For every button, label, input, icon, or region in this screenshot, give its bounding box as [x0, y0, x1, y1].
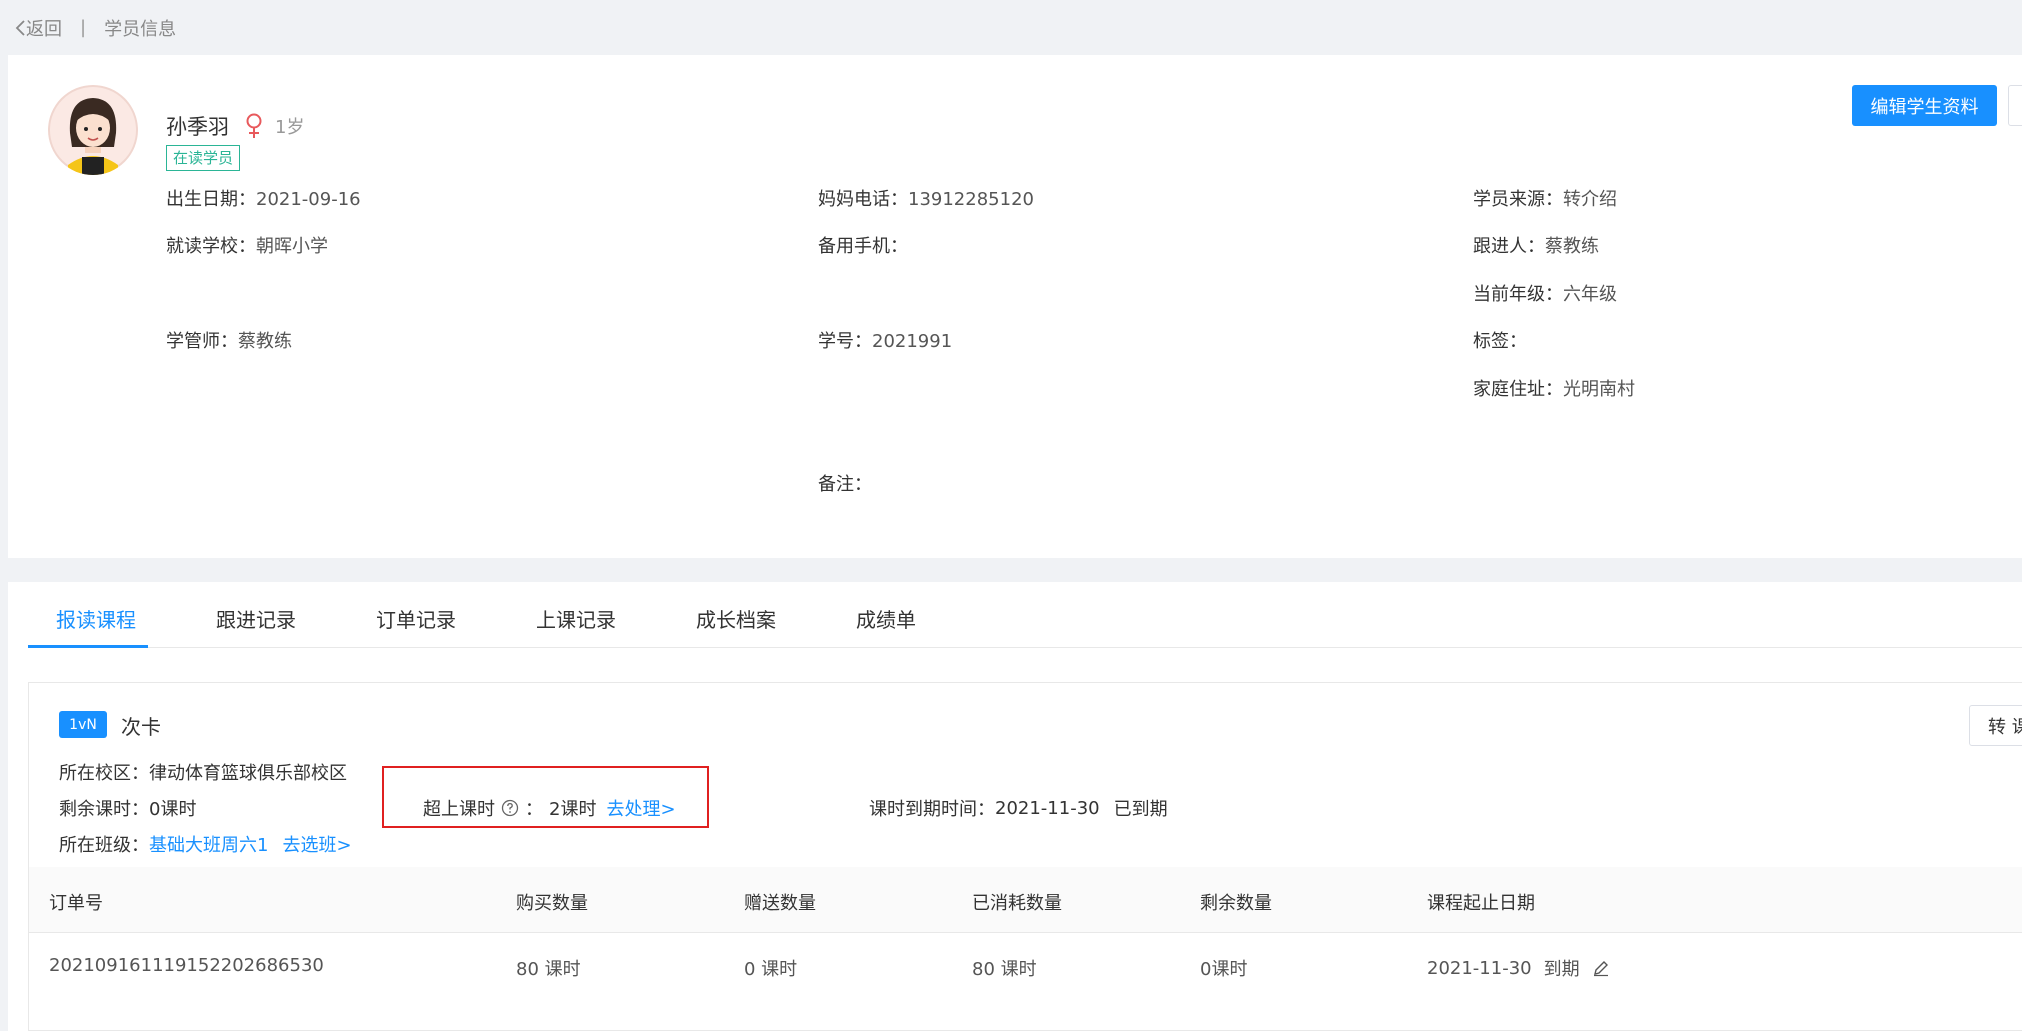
course-expire: 课时到期时间： 2021-11-30 已到期: [869, 795, 1168, 821]
field-label: 备用手机：: [818, 236, 908, 257]
girl-avatar-icon: [48, 85, 138, 175]
class-link[interactable]: 基础大班周六1: [149, 831, 268, 857]
field-label: 当前年级：: [1473, 284, 1563, 305]
field-address: 家庭住址：光明南村: [1473, 375, 1635, 401]
field-student-no: 学号：2021991: [818, 327, 952, 353]
date-value: 2021-11-30: [1427, 957, 1532, 979]
highlight-box: [382, 766, 709, 828]
field-value: 转介绍: [1563, 189, 1617, 210]
field-label: 就读学校：: [166, 236, 256, 257]
tab-attendance[interactable]: 上课记录: [536, 604, 616, 633]
course-type: 次卡: [121, 715, 161, 739]
chevron-left-icon: [15, 19, 25, 36]
top-bar: 返回 | 学员信息: [0, 0, 2022, 55]
field-tag: 标签：: [1473, 327, 1527, 353]
student-name: 孙季羽: [166, 115, 229, 139]
tab-report-card[interactable]: 成绩单: [856, 604, 916, 633]
field-label: 学号：: [818, 331, 872, 352]
field-value: 朝晖小学: [256, 236, 328, 257]
page-title: 学员信息: [104, 18, 177, 40]
table-header: 订单号 购买数量 赠送数量 已消耗数量 剩余数量 课程起止日期: [29, 867, 2022, 933]
th-gifted: 赠送数量: [744, 893, 816, 914]
field-label: 剩余课时：: [59, 799, 149, 820]
avatar: [48, 85, 138, 175]
th-purchased: 购买数量: [516, 893, 588, 914]
field-school: 就读学校：朝晖小学: [166, 232, 328, 258]
table-row: 20210916111915220268653​0 80 课时 0 课时 80 …: [29, 933, 2022, 999]
course-card: 1vN 次卡 转 课 所在校区： 律动体育篮球俱乐部校区 剩余课时： 0课时 所在班…: [28, 682, 2022, 1031]
td-remaining: 0课时: [1200, 959, 1248, 980]
td-consumed: 80 课时: [972, 959, 1037, 980]
th-order-no: 订单号: [49, 893, 103, 914]
field-remark: 备注：: [818, 470, 872, 496]
field-label: 备注：: [818, 474, 872, 495]
field-value: 2021-11-30: [995, 797, 1100, 819]
course-section: 报读课程 跟进记录 订单记录 上课记录 成长档案 成绩单 1vN 次卡 转 课 …: [8, 582, 2022, 1031]
back-button[interactable]: 返回: [14, 15, 62, 41]
status-badge: 在读学员: [166, 145, 241, 171]
field-value: 六年级: [1563, 284, 1617, 305]
field-value: 2021991: [872, 331, 953, 352]
field-value: 律动体育篮球俱乐部校区: [149, 763, 347, 784]
field-grade: 当前年级：六年级: [1473, 280, 1617, 306]
field-label: 家庭住址：: [1473, 379, 1563, 400]
field-label: 课时到期时间：: [869, 799, 995, 820]
name-row: 孙季羽 1岁: [166, 111, 304, 141]
field-label: 所在班级：: [59, 835, 149, 856]
field-value: 2021-09-16: [256, 189, 361, 210]
pencil-icon[interactable]: [1592, 959, 1610, 977]
more-actions-button[interactable]: [2008, 85, 2022, 126]
tab-bar: 报读课程 跟进记录 订单记录 上课记录 成长档案 成绩单: [28, 582, 2022, 648]
student-info-card: 孙季羽 1岁 在读学员 编辑学生资料 出生日期：2021-09-16 就读学校：…: [8, 55, 2022, 558]
field-label: 妈妈电话：: [818, 189, 908, 210]
edit-student-button[interactable]: 编辑学生资料: [1852, 85, 1997, 126]
field-label: 出生日期：: [166, 189, 256, 210]
td-date: 2021-11-30 到期: [1427, 955, 1610, 981]
field-value: 光明南村: [1563, 379, 1635, 400]
expire-status: 已到期: [1113, 799, 1168, 820]
field-label: 学员来源：: [1473, 189, 1563, 210]
breadcrumb-separator: |: [80, 17, 87, 38]
tab-growth[interactable]: 成长档案: [696, 604, 776, 633]
order-no-link[interactable]: 20210916111915220268653​0: [49, 955, 324, 976]
field-manager: 学管师：蔡教练: [166, 327, 292, 353]
field-label: 标签：: [1473, 331, 1527, 352]
field-value: 蔡教练: [238, 331, 292, 352]
course-mode-badge: 1vN: [59, 711, 107, 738]
td-gifted: 0 课时: [744, 959, 798, 980]
tab-orders[interactable]: 订单记录: [376, 604, 456, 633]
tab-follow-up[interactable]: 跟进记录: [216, 604, 296, 633]
th-consumed: 已消耗数量: [972, 893, 1062, 914]
tab-active-indicator: [28, 645, 148, 648]
th-date-range: 课程起止日期: [1427, 893, 1535, 914]
field-value: 蔡教练: [1545, 236, 1599, 257]
transfer-course-button[interactable]: 转 课: [1969, 705, 2022, 746]
field-mom-phone: 妈妈电话：13912285120: [818, 185, 1034, 211]
td-purchased: 80 课时: [516, 959, 581, 980]
course-campus: 所在校区： 律动体育篮球俱乐部校区: [59, 759, 347, 785]
course-remaining: 剩余课时： 0课时: [59, 795, 196, 821]
date-status: 到期: [1543, 959, 1580, 980]
female-icon: [246, 113, 262, 138]
th-remaining: 剩余数量: [1200, 893, 1272, 914]
field-source: 学员来源：转介绍: [1473, 185, 1617, 211]
field-follower: 跟进人：蔡教练: [1473, 232, 1599, 258]
field-birth: 出生日期：2021-09-16: [166, 185, 361, 211]
select-class-link[interactable]: 去选班>: [282, 831, 351, 857]
tab-enrolled-courses[interactable]: 报读课程: [56, 604, 136, 633]
field-backup-phone: 备用手机：: [818, 232, 908, 258]
field-label: 所在校区：: [59, 763, 149, 784]
back-label: 返回: [26, 18, 62, 40]
student-age: 1岁: [275, 117, 305, 138]
field-value: 0课时: [149, 799, 197, 820]
field-value: 13912285120: [908, 189, 1034, 210]
course-class: 所在班级： 基础大班周六1 去选班>: [59, 831, 352, 857]
field-label: 跟进人：: [1473, 236, 1545, 257]
field-label: 学管师：: [166, 331, 238, 352]
